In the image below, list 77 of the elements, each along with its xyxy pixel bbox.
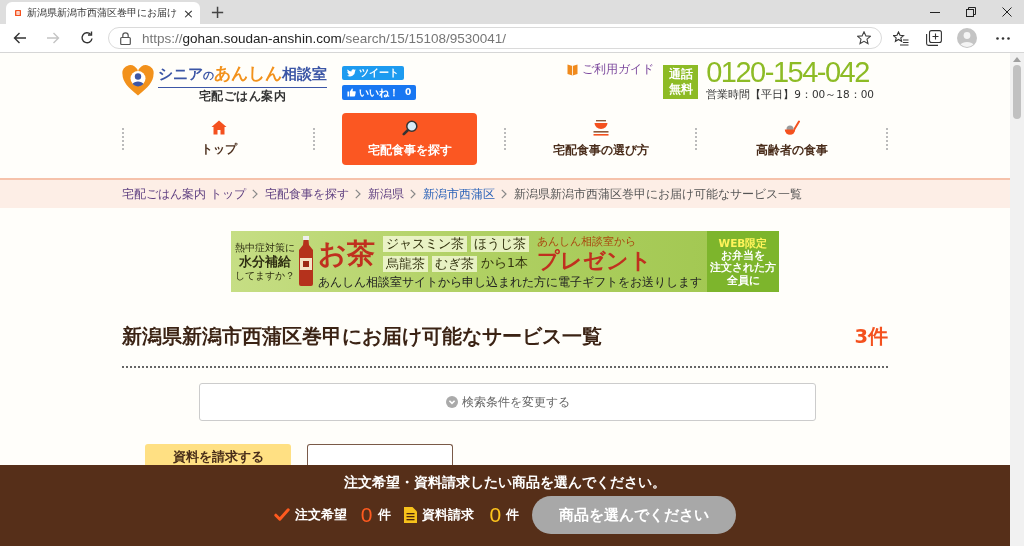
logo-subtitle: 宅配ごはん案内	[198, 89, 287, 103]
like-button[interactable]: いいね！ 0	[342, 85, 417, 100]
bowl-icon	[592, 119, 609, 136]
chevron-icon	[354, 189, 361, 199]
refresh-icon[interactable]	[80, 31, 94, 45]
scrollbar-track[interactable]	[1010, 53, 1024, 546]
banner-present: プレゼント	[537, 249, 652, 273]
free-call-badge: 通話 無料	[663, 65, 699, 99]
order-count: 0	[360, 503, 373, 527]
request-button[interactable]: 資料を請求する	[145, 444, 291, 465]
breadcrumb-link[interactable]: 新潟県	[367, 186, 404, 202]
banner-note: あんしん相談室サイトから申し込まれた方に電子ギフトをお送りします	[318, 275, 703, 289]
heart-icon	[122, 65, 154, 96]
star-icon[interactable]	[857, 31, 871, 45]
tea-tag: むぎ茶	[432, 255, 477, 272]
bird-icon	[347, 69, 356, 77]
banner-question: 熱中症対策に	[234, 241, 295, 254]
order-label: 注文希望	[294, 506, 347, 524]
request-label: 資料請求	[421, 506, 474, 524]
breadcrumb-current: 新潟県新潟市西蒲区巻甲にお届け可能なサービス一覧	[513, 186, 802, 202]
outlined-button[interactable]	[307, 444, 453, 465]
search-icon	[401, 119, 418, 136]
tab-title: 新潟県新潟市西蒲区巻甲にお届け	[27, 6, 178, 20]
back-icon[interactable]	[13, 31, 27, 45]
nav-tab[interactable]: トップ	[188, 113, 249, 165]
nav-tab[interactable]: 高齢者の食事	[743, 113, 840, 165]
check-icon	[273, 508, 290, 522]
results-title: 新潟県新潟市西蒲区巻甲にお届け可能なサービス一覧	[122, 324, 602, 350]
request-unit: 件	[506, 506, 520, 524]
scrollbar-thumb[interactable]	[1013, 65, 1021, 119]
banner-headline: お茶	[318, 238, 375, 270]
offer-text: WEB限定	[718, 236, 768, 249]
tea-tag: 烏龍茶	[383, 255, 428, 272]
collections-icon[interactable]	[926, 30, 942, 46]
chevron-icon	[251, 189, 258, 199]
browser-tab[interactable]: 新潟県新潟市西蒲区巻甲にお届け ×	[6, 2, 200, 24]
offer-text: お弁当を	[721, 248, 765, 262]
chevron-icon	[409, 189, 416, 199]
close-icon[interactable]	[1002, 7, 1012, 17]
tab-close-button[interactable]: ×	[183, 6, 194, 20]
breadcrumb-link[interactable]: 新潟市西蒲区	[422, 186, 495, 202]
banner-amount: から1本	[481, 255, 528, 272]
lock-icon	[120, 31, 131, 45]
chevron-icon	[500, 189, 507, 199]
results-count: 3件	[854, 324, 888, 350]
breadcrumb-link[interactable]: 宅配食事を探す	[264, 186, 349, 202]
url-text: https://gohan.soudan-anshin.com/search/15/15108/9530041/	[142, 30, 507, 46]
order-unit: 件	[377, 506, 391, 524]
more-icon[interactable]	[996, 36, 1010, 40]
guide-link[interactable]: ご利用ガイド	[567, 62, 655, 77]
new-tab-button[interactable]: +	[210, 3, 226, 21]
thumbs-up-icon	[347, 88, 356, 97]
document-icon	[403, 507, 417, 523]
banner-sender: あんしん相談室から	[537, 235, 636, 249]
offer-text: 全員に	[726, 273, 760, 287]
restore-icon[interactable]	[966, 7, 976, 17]
bottle-icon	[297, 236, 315, 286]
book-icon	[567, 63, 579, 76]
breadcrumb-link[interactable]: 宅配ごはん案内 トップ	[122, 186, 246, 202]
ladle-icon	[783, 119, 800, 136]
offer-text: 注文された方	[710, 261, 776, 274]
request-count: 0	[489, 503, 502, 527]
promo-banner[interactable]: 熱中症対策に 水分補給 してますか？ お茶 ジャスミン茶 ほうじ茶 烏龍茶 むぎ茶 から1本 あんしん相談室から プレゼント あんしん相談室サイトから申し込まれた方に電子ギフトをお送りします WEB限定 お弁当を 注文された方 全員に	[231, 231, 779, 292]
like-count: 0	[405, 88, 412, 97]
order-message: 注文希望・資料請求したい商品を選んでください。	[344, 474, 666, 491]
chevron-down-circle-icon	[445, 396, 458, 408]
banner-question: 水分補給	[238, 253, 291, 270]
favorites-icon[interactable]	[893, 30, 909, 46]
logo-title[interactable]: シニアのあんしん相談室	[158, 62, 327, 88]
nav-tab[interactable]: 宅配食事の選び方	[540, 113, 661, 165]
business-hours: 営業時間【平日】9：00～18：00	[706, 88, 874, 100]
banner-question: してますか？	[234, 269, 295, 282]
tea-tag: ジャスミン茶	[383, 236, 467, 252]
search-toggle-button[interactable]: 検索条件を変更する	[199, 383, 816, 421]
house-icon	[210, 120, 227, 135]
tea-tag: ほうじ茶	[471, 236, 529, 252]
minimize-icon[interactable]	[930, 11, 940, 13]
